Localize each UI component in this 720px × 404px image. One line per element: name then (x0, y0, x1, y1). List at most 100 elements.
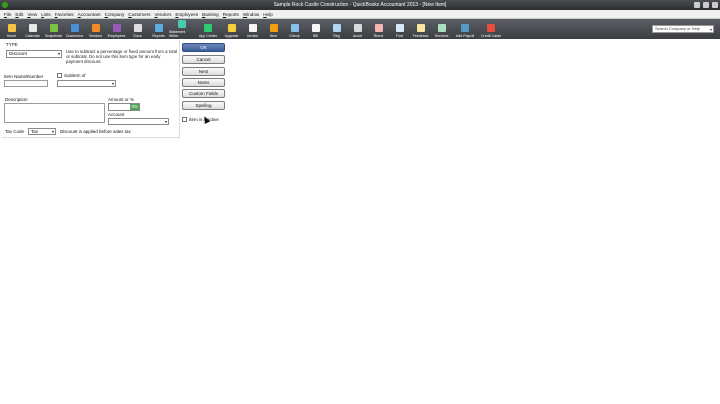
menu-edit[interactable]: Edit (13, 12, 25, 17)
menu-bar: File Edit View Lists Favorites Accountan… (0, 10, 720, 19)
toolbar-credit-cards-button[interactable]: Credit Cards (478, 20, 504, 39)
toolbar-reports-button[interactable]: Reports (148, 20, 169, 39)
toolbar-statement-writer-button[interactable]: Statement Writer (169, 20, 195, 39)
account-select[interactable]: ▾ (108, 118, 169, 125)
menu-employees[interactable]: Employees (173, 12, 200, 17)
amount-value: 0% (130, 104, 139, 110)
toolbar-label: Customers (65, 34, 84, 38)
toolbar-label: Statement Writer (169, 30, 186, 38)
toolbar-label: Credit Cards (480, 34, 502, 38)
menu-lists[interactable]: Lists (39, 12, 52, 17)
toolbar-vendors-button[interactable]: Vendors (85, 20, 106, 39)
close-icon[interactable] (712, 2, 718, 8)
toolbar-employees-button[interactable]: Employees (106, 20, 127, 39)
toolbar-label: Item (270, 34, 277, 38)
customers-icon (70, 24, 79, 32)
toolbar-find-button[interactable]: Find (389, 20, 410, 39)
subitem-select[interactable]: ▾ (57, 80, 116, 87)
toolbar-label: Check (289, 34, 300, 38)
menu-banking[interactable]: Banking (200, 12, 221, 17)
register-icon (332, 24, 341, 32)
account-label: Account (108, 112, 125, 117)
search-dropdown-icon[interactable]: ▾ (710, 27, 712, 33)
feedback-icon (416, 24, 425, 32)
chevron-down-icon: ▾ (111, 81, 114, 86)
next-button[interactable]: Next (182, 67, 225, 76)
custom-fields-button[interactable]: Custom Fields (182, 89, 225, 98)
item-name-input[interactable] (4, 80, 48, 87)
account-icon (353, 24, 362, 32)
subitem-checkbox[interactable] (57, 73, 62, 78)
menu-favorites[interactable]: Favorites (53, 12, 76, 17)
invoice-icon (248, 24, 257, 32)
chevron-down-icon: ▾ (57, 51, 60, 56)
toolbar-label: Vendors (88, 34, 103, 38)
maximize-icon[interactable] (703, 2, 709, 8)
toolbar-label: Calendar (25, 34, 40, 38)
vendors-icon (91, 24, 100, 32)
toolbar-upgrade-button[interactable]: Upgrade (221, 20, 242, 39)
bill-icon (311, 24, 320, 32)
toolbar-check-button[interactable]: Check (284, 20, 305, 39)
menu-help[interactable]: Help (261, 12, 274, 17)
quickbooks-window: Sample Rock Castle Construction - QuickB… (0, 0, 720, 404)
toolbar-add-payroll-button[interactable]: Add Payroll (452, 20, 478, 39)
type-value: Discount (9, 51, 27, 56)
ok-button[interactable]: OK (182, 43, 225, 52)
toolbar-customers-button[interactable]: Customers (64, 20, 85, 39)
toolbar-label: Employees (107, 34, 126, 38)
minimize-icon[interactable] (694, 2, 700, 8)
toolbar-docs-button[interactable]: Docs (127, 20, 148, 39)
type-label: TYPE (6, 42, 18, 47)
menu-reports[interactable]: Reports (221, 12, 241, 17)
toolbar-label: Upgrade (224, 34, 239, 38)
toolbar-invoice-button[interactable]: Invoice (242, 20, 263, 39)
toolbar-label: Bill (313, 34, 318, 38)
window-controls (694, 2, 718, 8)
toolbar-register-button[interactable]: Reg (326, 20, 347, 39)
toolbar-bill-button[interactable]: Bill (305, 20, 326, 39)
amount-input[interactable]: 0% (108, 103, 140, 111)
tax-note: Discount is applied before sales tax (60, 129, 131, 134)
toolbar-services-button[interactable]: Services (431, 20, 452, 39)
credit-cards-icon (487, 24, 495, 32)
toolbar-snapshots-button[interactable]: Snapshots (43, 20, 64, 39)
menu-view[interactable]: View (25, 12, 39, 17)
title-bar: Sample Rock Castle Construction - QuickB… (0, 0, 720, 10)
spelling-button[interactable]: Spelling (182, 101, 225, 110)
toolbar-label: Services (434, 34, 449, 38)
subitem-label: Subitem of (64, 73, 86, 78)
services-icon (437, 24, 446, 32)
menu-file[interactable]: File (2, 12, 13, 17)
description-textarea[interactable] (4, 103, 105, 123)
toolbar-item-button[interactable]: Item (263, 20, 284, 39)
item-icon (269, 24, 278, 32)
cancel-button[interactable]: Cancel (182, 55, 225, 64)
toolbar-label: Feedback (412, 34, 429, 38)
app-center-icon (204, 24, 212, 32)
toolbar-home-button[interactable]: Home (1, 20, 22, 39)
menu-window[interactable]: Window (241, 12, 261, 17)
toolbar-label: Snapshots (45, 34, 62, 38)
find-icon (395, 24, 404, 32)
toolbar-feedback-button[interactable]: Feedback (410, 20, 431, 39)
toolbar-account-button[interactable]: Accnt (347, 20, 368, 39)
amount-label: Amount or % (108, 97, 135, 102)
check-icon (290, 24, 299, 32)
item-inactive-checkbox[interactable] (182, 117, 187, 122)
calendar-icon (28, 24, 37, 32)
notes-button[interactable]: Notes (182, 78, 225, 87)
toolbar-app-center-button[interactable]: App Center (195, 20, 221, 39)
tax-code-select[interactable]: Tax ▾ (28, 128, 56, 135)
menu-accountant[interactable]: Accountant (76, 12, 103, 17)
type-select[interactable]: Discount ▾ (6, 50, 62, 58)
menu-company[interactable]: Company (103, 12, 127, 17)
toolbar-calendar-button[interactable]: Calendar (22, 20, 43, 39)
toolbar-label: Invoice (246, 34, 259, 38)
search-input[interactable]: Search Company or Help ▾ (652, 25, 714, 33)
tax-code-value: Tax (31, 129, 39, 134)
menu-customers[interactable]: Customers (126, 12, 152, 17)
toolbar-label: Accnt (353, 34, 362, 38)
menu-vendors[interactable]: Vendors (153, 12, 174, 17)
toolbar-reminder-button[interactable]: Rmnd (368, 20, 389, 39)
